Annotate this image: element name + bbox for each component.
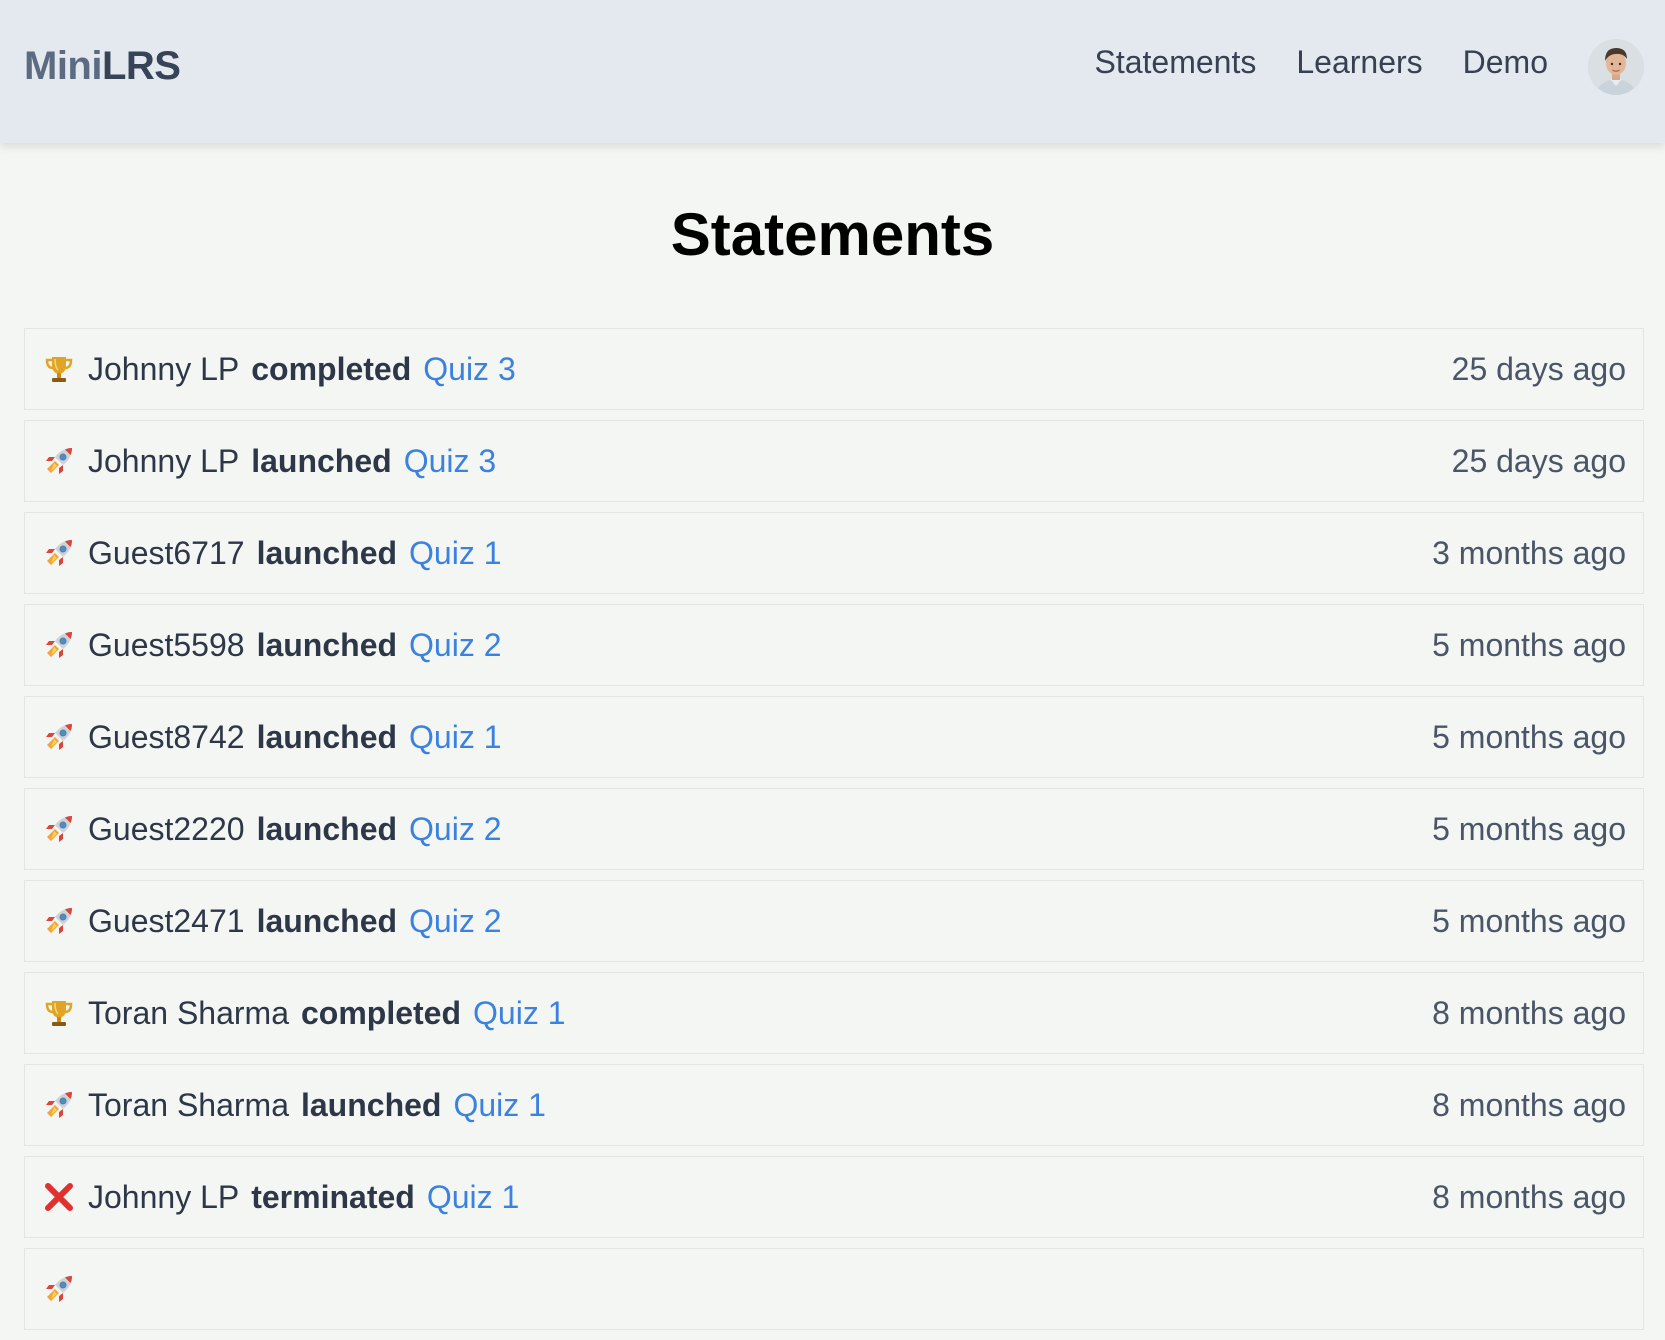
user-avatar[interactable] — [1588, 39, 1644, 95]
statement-verb: launched — [300, 1086, 442, 1123]
statement-row: Guest6717 launched Quiz 1 3 months ago — [24, 512, 1644, 594]
statement-actor: Johnny LP — [88, 442, 240, 479]
rocket-icon — [42, 536, 76, 570]
nav-link-statements[interactable]: Statements — [1094, 44, 1256, 81]
cross-mark-icon — [42, 1180, 76, 1214]
rocket-icon — [42, 904, 76, 938]
statement-object-link[interactable]: Quiz 1 — [409, 535, 501, 572]
statement-timestamp: 8 months ago — [1432, 994, 1626, 1031]
statement-object-link[interactable]: Quiz 2 — [409, 811, 501, 848]
statement-verb: launched — [251, 442, 392, 479]
statement-timestamp: 25 days ago — [1451, 442, 1626, 479]
nav-link-demo[interactable]: Demo — [1463, 44, 1548, 81]
statement-actor: Guest6717 — [88, 534, 245, 571]
rocket-icon — [42, 444, 76, 478]
page-title: Statements — [670, 201, 995, 268]
rocket-icon — [42, 720, 76, 754]
rocket-icon — [42, 812, 76, 846]
statement-row: Guest8742 launched Quiz 1 5 months ago — [24, 696, 1644, 778]
statement-timestamp: 8 months ago — [1432, 1086, 1626, 1123]
statement-object-link[interactable]: Quiz 1 — [473, 995, 565, 1032]
top-navbar: MiniLRS Statements Learners Demo — [0, 0, 1665, 143]
statement-actor: Johnny LP — [88, 1178, 240, 1215]
brand-lrs-text: LRS — [101, 44, 181, 88]
statement-actor: Guest8742 — [88, 718, 245, 755]
statement-timestamp: 8 months ago — [1432, 1178, 1626, 1215]
statement-object-link[interactable]: Quiz 3 — [423, 351, 515, 388]
statement-row: Johnny LP terminated Quiz 1 8 months ago — [24, 1156, 1644, 1238]
rocket-icon — [42, 628, 76, 662]
statement-actor: Toran Sharma — [88, 994, 289, 1031]
statement-actor: Guest2471 — [88, 902, 245, 939]
rocket-icon — [42, 1272, 76, 1306]
rocket-icon — [42, 1088, 76, 1122]
statement-timestamp: 5 months ago — [1432, 810, 1626, 847]
statement-object-link[interactable]: Quiz 3 — [404, 443, 496, 480]
statement-row: Toran Sharma completed Quiz 1 8 months ago — [24, 972, 1644, 1054]
statement-verb: completed — [251, 350, 412, 387]
statement-row — [24, 1248, 1644, 1330]
statement-row: Toran Sharma launched Quiz 1 8 months ago — [24, 1064, 1644, 1146]
main-nav: Statements Learners Demo — [1094, 44, 1548, 81]
statement-list: Johnny LP completed Quiz 3 25 days ago Johnn… — [24, 328, 1644, 1340]
statement-row: Guest5598 launched Quiz 2 5 months ago — [24, 604, 1644, 686]
statement-object-link[interactable]: Quiz 1 — [427, 1179, 519, 1216]
statement-actor: Guest5598 — [88, 626, 245, 663]
statement-object-link[interactable]: Quiz 1 — [409, 719, 501, 756]
statement-verb: launched — [256, 626, 398, 663]
statement-verb: launched — [256, 534, 398, 571]
statement-timestamp: 25 days ago — [1451, 350, 1626, 387]
statement-object-link[interactable]: Quiz 2 — [409, 903, 501, 940]
brand-mini-text: Mini — [24, 44, 102, 88]
statement-verb: completed — [300, 994, 462, 1031]
statement-object-link[interactable]: Quiz 1 — [453, 1087, 545, 1124]
statement-actor: Johnny LP — [88, 350, 240, 387]
statement-object-link[interactable]: Quiz 2 — [409, 627, 501, 664]
statement-verb: launched — [256, 718, 398, 755]
statement-verb: terminated — [251, 1178, 415, 1215]
statement-actor: Toran Sharma — [88, 1086, 289, 1123]
trophy-icon — [42, 996, 76, 1030]
statement-timestamp: 5 months ago — [1432, 626, 1626, 663]
statement-verb: launched — [256, 902, 398, 939]
statement-row: Guest2471 launched Quiz 2 5 months ago — [24, 880, 1644, 962]
statement-timestamp: 5 months ago — [1432, 902, 1626, 939]
statement-row: Johnny LP launched Quiz 3 25 days ago — [24, 420, 1644, 502]
statement-timestamp: 5 months ago — [1432, 718, 1626, 755]
brand-logo[interactable]: MiniLRS — [24, 44, 181, 89]
nav-link-learners[interactable]: Learners — [1296, 44, 1422, 81]
statement-row: Guest2220 launched Quiz 2 5 months ago — [24, 788, 1644, 870]
statement-actor: Guest2220 — [88, 810, 245, 847]
trophy-icon — [42, 352, 76, 386]
statement-timestamp: 3 months ago — [1432, 534, 1626, 571]
statement-row: Johnny LP completed Quiz 3 25 days ago — [24, 328, 1644, 410]
avatar-portrait-icon — [1588, 39, 1644, 95]
statement-verb: launched — [256, 810, 398, 847]
